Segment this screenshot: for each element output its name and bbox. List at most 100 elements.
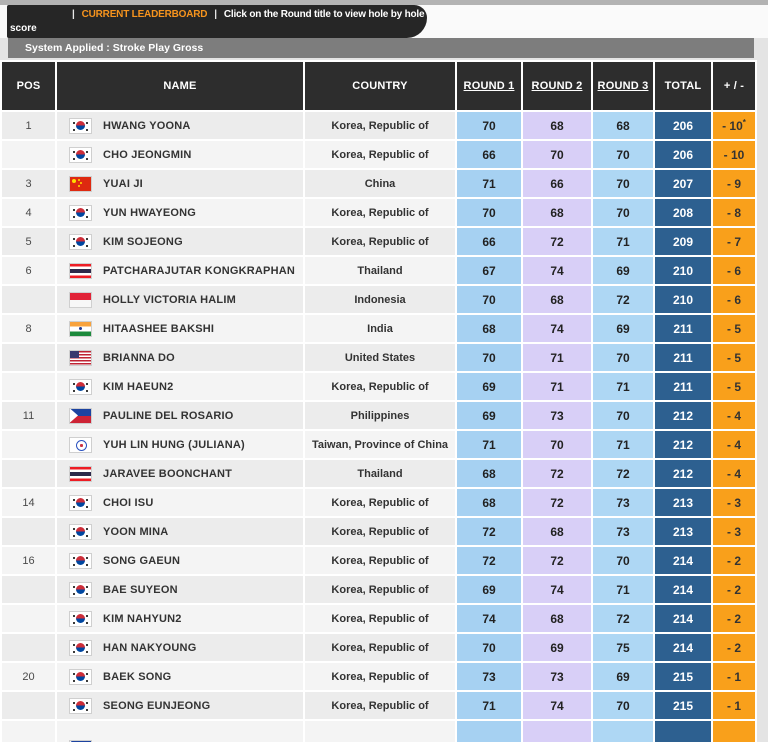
column-header-country: COUNTRY [304, 61, 456, 111]
round3-cell: 69 [592, 314, 654, 343]
name-cell: HWANG YOONA [56, 111, 304, 140]
round1-cell: 66 [456, 140, 522, 169]
table-row: 4 YUN HWAYEONG Korea, Republic of 70 68 … [1, 198, 756, 227]
country-flag-icon [70, 235, 91, 249]
round1-cell: 73 [456, 662, 522, 691]
round3-cell: 71 [592, 372, 654, 401]
round3-cell: 70 [592, 691, 654, 720]
plus-minus-cell: - 1 [712, 662, 756, 691]
pos-cell: 8 [1, 314, 56, 343]
total-cell: 211 [654, 314, 712, 343]
player-name: BAE SUYEON [103, 584, 178, 596]
country-flag-icon [70, 641, 91, 655]
pos-cell [1, 604, 56, 633]
name-cell: YOON MINA [56, 517, 304, 546]
round2-cell: 68 [522, 604, 592, 633]
round1-cell: 68 [456, 314, 522, 343]
country-cell: Korea, Republic of [304, 198, 456, 227]
round3-cell: 68 [592, 111, 654, 140]
column-header-pos: POS [1, 61, 56, 111]
plus-minus-cell: - 10* [712, 111, 756, 140]
name-cell: YUAI JI [56, 169, 304, 198]
leaderboard-body: 1 HWANG YOONA Korea, Republic of 70 68 6… [1, 111, 756, 742]
country-flag-icon [70, 293, 91, 307]
column-header-r3[interactable]: ROUND 3 [592, 61, 654, 111]
pos-cell: 4 [1, 198, 56, 227]
column-header-r1[interactable]: ROUND 1 [456, 61, 522, 111]
total-cell: 213 [654, 517, 712, 546]
round3-cell: 73 [592, 488, 654, 517]
country-flag-icon [70, 583, 91, 597]
plus-minus-cell: - 1 [712, 691, 756, 720]
plus-minus-cell: - 8 [712, 198, 756, 227]
player-name: KIM NAHYUN2 [103, 613, 182, 625]
country-cell: United States [304, 343, 456, 372]
total-cell: 214 [654, 633, 712, 662]
player-name: HOLLY VICTORIA HALIM [103, 294, 236, 306]
country-flag-icon [70, 554, 91, 568]
name-cell: CHOI ISU [56, 488, 304, 517]
plus-minus-cell: - 2 [712, 633, 756, 662]
round3-cell: 69 [592, 256, 654, 285]
round3-cell: 71 [592, 227, 654, 256]
table-row: SEONG EUNJEONG Korea, Republic of 71 74 … [1, 691, 756, 720]
name-cell: PAULINE DEL ROSARIO [56, 401, 304, 430]
pos-cell [1, 430, 56, 459]
round1-cell: 72 [456, 517, 522, 546]
total-cell: 206 [654, 140, 712, 169]
country-cell: Korea, Republic of [304, 662, 456, 691]
total-cell: 209 [654, 227, 712, 256]
round3-cell: 72 [592, 285, 654, 314]
pos-cell [1, 575, 56, 604]
column-header-r2[interactable]: ROUND 2 [522, 61, 592, 111]
total-cell: 212 [654, 459, 712, 488]
round2-cell: 68 [522, 285, 592, 314]
round-title-instruction-line2: score [7, 22, 427, 35]
round3-cell: 75 [592, 633, 654, 662]
round1-cell: 66 [456, 227, 522, 256]
round3-cell: 70 [592, 343, 654, 372]
country-cell: Korea, Republic of [304, 604, 456, 633]
round2-cell: 73 [522, 662, 592, 691]
tab-line1: |CURRENT LEADERBOARD|Click on the Round … [7, 8, 427, 22]
round2-cell: 74 [522, 256, 592, 285]
country-cell: Taiwan, Province of China [304, 430, 456, 459]
plus-minus-cell: - 3 [712, 488, 756, 517]
player-name: KIM SOJEONG [103, 236, 183, 248]
round3-cell: 71 [592, 430, 654, 459]
country-flag-icon [70, 322, 91, 336]
table-row: 20 BAEK SONG Korea, Republic of 73 73 69… [1, 662, 756, 691]
total-cell: 212 [654, 401, 712, 430]
pipe-separator: | [72, 9, 75, 20]
country-flag-icon [70, 351, 91, 365]
name-cell: KIM HAEUN2 [56, 372, 304, 401]
round1-cell: 70 [456, 198, 522, 227]
round3-cell: 71 [592, 575, 654, 604]
name-cell [56, 720, 304, 742]
country-cell [304, 720, 456, 742]
country-cell: Korea, Republic of [304, 111, 456, 140]
round2-cell: 74 [522, 314, 592, 343]
pos-cell: 16 [1, 546, 56, 575]
name-cell: BRIANNA DO [56, 343, 304, 372]
country-cell: Korea, Republic of [304, 488, 456, 517]
round3-cell: 70 [592, 198, 654, 227]
round1-cell: 69 [456, 575, 522, 604]
round2-cell: 72 [522, 459, 592, 488]
player-name: JARAVEE BOONCHANT [103, 468, 232, 480]
round3-cell [592, 720, 654, 742]
total-cell: 214 [654, 604, 712, 633]
round1-cell [456, 720, 522, 742]
plus-minus-cell: - 6 [712, 256, 756, 285]
name-cell: HITAASHEE BAKSHI [56, 314, 304, 343]
plus-minus-cell: - 4 [712, 459, 756, 488]
country-flag-icon [70, 438, 91, 452]
total-cell: 211 [654, 372, 712, 401]
pos-cell: 6 [1, 256, 56, 285]
table-row: 1 HWANG YOONA Korea, Republic of 70 68 6… [1, 111, 756, 140]
pos-cell: 3 [1, 169, 56, 198]
plus-minus-cell: - 5 [712, 343, 756, 372]
country-flag-icon [70, 612, 91, 626]
total-cell: 212 [654, 430, 712, 459]
player-name: SONG GAEUN [103, 555, 180, 567]
